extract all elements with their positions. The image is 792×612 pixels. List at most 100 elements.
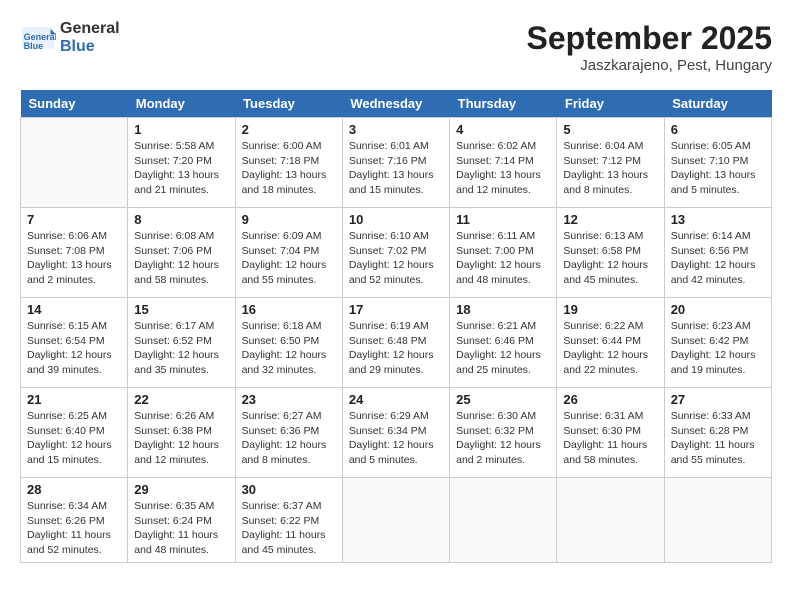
day-number: 17 [349,302,443,317]
day-number: 18 [456,302,550,317]
calendar-cell: 4 Sunrise: 6:02 AM Sunset: 7:14 PM Daylig… [450,118,557,208]
day-info: Sunrise: 6:18 AM Sunset: 6:50 PM Dayligh… [242,319,336,378]
day-info: Sunrise: 6:37 AM Sunset: 6:22 PM Dayligh… [242,499,336,558]
location: Jaszkarajeno, Pest, Hungary [527,57,772,74]
day-info: Sunrise: 6:23 AM Sunset: 6:42 PM Dayligh… [671,319,765,378]
calendar-cell: 9 Sunrise: 6:09 AM Sunset: 7:04 PM Daylig… [235,208,342,298]
weekday-header: Sunday [21,90,128,118]
calendar-cell: 15Sunrise: 6:17 AM Sunset: 6:52 PM Dayli… [128,298,235,388]
day-number: 23 [242,392,336,407]
calendar-cell: 27 Sunrise: 6:33 AM Sunset: 6:28 PM Dayli… [664,388,771,478]
day-number: 26 [563,392,657,407]
day-info: Sunrise: 6:34 AM Sunset: 6:26 PM Dayligh… [27,499,121,558]
calendar-cell [664,478,771,563]
weekday-header: Wednesday [342,90,449,118]
calendar-cell: 19 Sunrise: 6:22 AM Sunset: 6:44 PM Dayli… [557,298,664,388]
calendar-cell [342,478,449,563]
calendar-cell: 18 Sunrise: 6:21 AM Sunset: 6:46 PM Dayli… [450,298,557,388]
day-info: Sunrise: 6:19 AM Sunset: 6:48 PM Dayligh… [349,319,443,378]
day-info: Sunrise: 6:08 AM Sunset: 7:06 PM Dayligh… [134,229,228,288]
day-info: Sunrise: 6:29 AM Sunset: 6:34 PM Dayligh… [349,409,443,468]
calendar-cell: 3 Sunrise: 6:01 AM Sunset: 7:16 PM Daylig… [342,118,449,208]
calendar-cell: 29 Sunrise: 6:35 AM Sunset: 6:24 PM Dayli… [128,478,235,563]
calendar-week-row: 21Sunrise: 6:25 AM Sunset: 6:40 PM Dayli… [21,388,772,478]
day-number: 25 [456,392,550,407]
calendar-cell: 1 Sunrise: 5:58 AM Sunset: 7:20 PM Daylig… [128,118,235,208]
day-number: 11 [456,212,550,227]
calendar-cell [450,478,557,563]
day-info: Sunrise: 6:31 AM Sunset: 6:30 PM Dayligh… [563,409,657,468]
day-number: 2 [242,122,336,137]
calendar-cell: 13Sunrise: 6:14 AM Sunset: 6:56 PM Dayli… [664,208,771,298]
day-info: Sunrise: 6:22 AM Sunset: 6:44 PM Dayligh… [563,319,657,378]
day-number: 28 [27,482,121,497]
calendar-cell: 14 Sunrise: 6:15 AM Sunset: 6:54 PM Dayli… [21,298,128,388]
logo-line1: General [60,20,120,38]
calendar-cell: 7 Sunrise: 6:06 AM Sunset: 7:08 PM Daylig… [21,208,128,298]
calendar-week-row: 14 Sunrise: 6:15 AM Sunset: 6:54 PM Dayli… [21,298,772,388]
logo-icon: General Blue [20,20,56,56]
day-info: Sunrise: 6:09 AM Sunset: 7:04 PM Dayligh… [242,229,336,288]
calendar: SundayMondayTuesdayWednesdayThursdayFrid… [20,90,772,563]
calendar-cell [557,478,664,563]
day-number: 7 [27,212,121,227]
month-title: September 2025 [527,20,772,57]
calendar-week-row: 28 Sunrise: 6:34 AM Sunset: 6:26 PM Dayli… [21,478,772,563]
title-block: September 2025 Jaszkarajeno, Pest, Hunga… [527,20,772,74]
calendar-cell: 8Sunrise: 6:08 AM Sunset: 7:06 PM Daylig… [128,208,235,298]
page-header: General Blue General Blue September 2025… [20,20,772,74]
day-info: Sunrise: 5:58 AM Sunset: 7:20 PM Dayligh… [134,139,228,198]
day-number: 27 [671,392,765,407]
calendar-cell: 16Sunrise: 6:18 AM Sunset: 6:50 PM Dayli… [235,298,342,388]
day-info: Sunrise: 6:13 AM Sunset: 6:58 PM Dayligh… [563,229,657,288]
day-info: Sunrise: 6:35 AM Sunset: 6:24 PM Dayligh… [134,499,228,558]
day-info: Sunrise: 6:02 AM Sunset: 7:14 PM Dayligh… [456,139,550,198]
svg-text:Blue: Blue [24,41,44,51]
logo: General Blue General Blue [20,20,120,56]
day-info: Sunrise: 6:05 AM Sunset: 7:10 PM Dayligh… [671,139,765,198]
day-info: Sunrise: 6:06 AM Sunset: 7:08 PM Dayligh… [27,229,121,288]
day-number: 24 [349,392,443,407]
weekday-header: Monday [128,90,235,118]
calendar-cell: 22 Sunrise: 6:26 AM Sunset: 6:38 PM Dayli… [128,388,235,478]
calendar-cell: 6Sunrise: 6:05 AM Sunset: 7:10 PM Daylig… [664,118,771,208]
calendar-cell: 2Sunrise: 6:00 AM Sunset: 7:18 PM Daylig… [235,118,342,208]
weekday-header: Friday [557,90,664,118]
day-number: 9 [242,212,336,227]
day-number: 29 [134,482,228,497]
day-number: 1 [134,122,228,137]
weekday-header: Tuesday [235,90,342,118]
calendar-cell: 20Sunrise: 6:23 AM Sunset: 6:42 PM Dayli… [664,298,771,388]
day-number: 5 [563,122,657,137]
calendar-cell: 21Sunrise: 6:25 AM Sunset: 6:40 PM Dayli… [21,388,128,478]
day-number: 14 [27,302,121,317]
day-info: Sunrise: 6:26 AM Sunset: 6:38 PM Dayligh… [134,409,228,468]
calendar-cell [21,118,128,208]
calendar-cell: 5 Sunrise: 6:04 AM Sunset: 7:12 PM Daylig… [557,118,664,208]
day-number: 4 [456,122,550,137]
weekday-header: Thursday [450,90,557,118]
weekday-header-row: SundayMondayTuesdayWednesdayThursdayFrid… [21,90,772,118]
day-info: Sunrise: 6:04 AM Sunset: 7:12 PM Dayligh… [563,139,657,198]
logo-text: General Blue [60,20,120,55]
weekday-header: Saturday [664,90,771,118]
day-number: 30 [242,482,336,497]
day-info: Sunrise: 6:15 AM Sunset: 6:54 PM Dayligh… [27,319,121,378]
day-info: Sunrise: 6:10 AM Sunset: 7:02 PM Dayligh… [349,229,443,288]
day-info: Sunrise: 6:21 AM Sunset: 6:46 PM Dayligh… [456,319,550,378]
day-info: Sunrise: 6:33 AM Sunset: 6:28 PM Dayligh… [671,409,765,468]
day-info: Sunrise: 6:11 AM Sunset: 7:00 PM Dayligh… [456,229,550,288]
day-number: 3 [349,122,443,137]
day-info: Sunrise: 6:27 AM Sunset: 6:36 PM Dayligh… [242,409,336,468]
calendar-cell: 30 Sunrise: 6:37 AM Sunset: 6:22 PM Dayli… [235,478,342,563]
calendar-cell: 26 Sunrise: 6:31 AM Sunset: 6:30 PM Dayli… [557,388,664,478]
day-number: 22 [134,392,228,407]
day-number: 21 [27,392,121,407]
day-number: 19 [563,302,657,317]
day-number: 15 [134,302,228,317]
day-info: Sunrise: 6:01 AM Sunset: 7:16 PM Dayligh… [349,139,443,198]
calendar-cell: 25Sunrise: 6:30 AM Sunset: 6:32 PM Dayli… [450,388,557,478]
calendar-cell: 28 Sunrise: 6:34 AM Sunset: 6:26 PM Dayli… [21,478,128,563]
calendar-cell: 23 Sunrise: 6:27 AM Sunset: 6:36 PM Dayli… [235,388,342,478]
logo-line2: Blue [60,38,120,56]
